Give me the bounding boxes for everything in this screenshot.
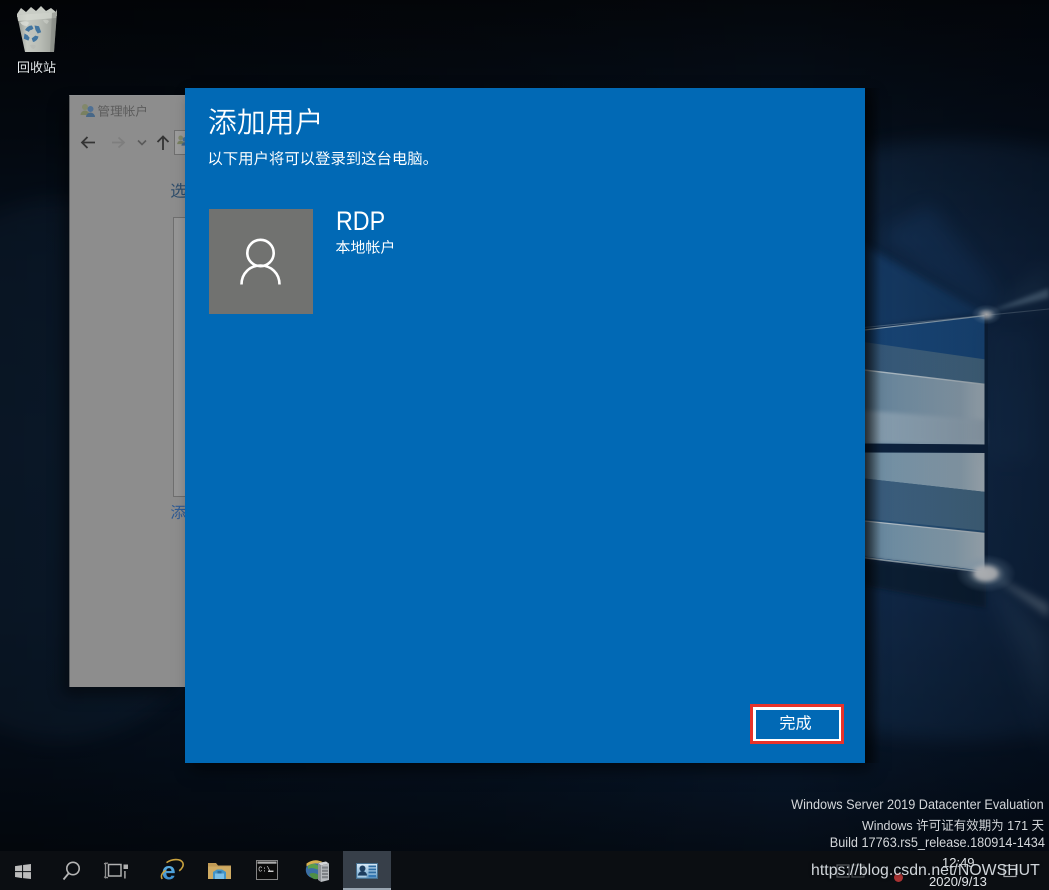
svg-text:Windows: Windows: [862, 817, 913, 832]
svg-text:171: 171: [1007, 817, 1028, 832]
svg-text:C:\: C:\: [258, 867, 271, 875]
